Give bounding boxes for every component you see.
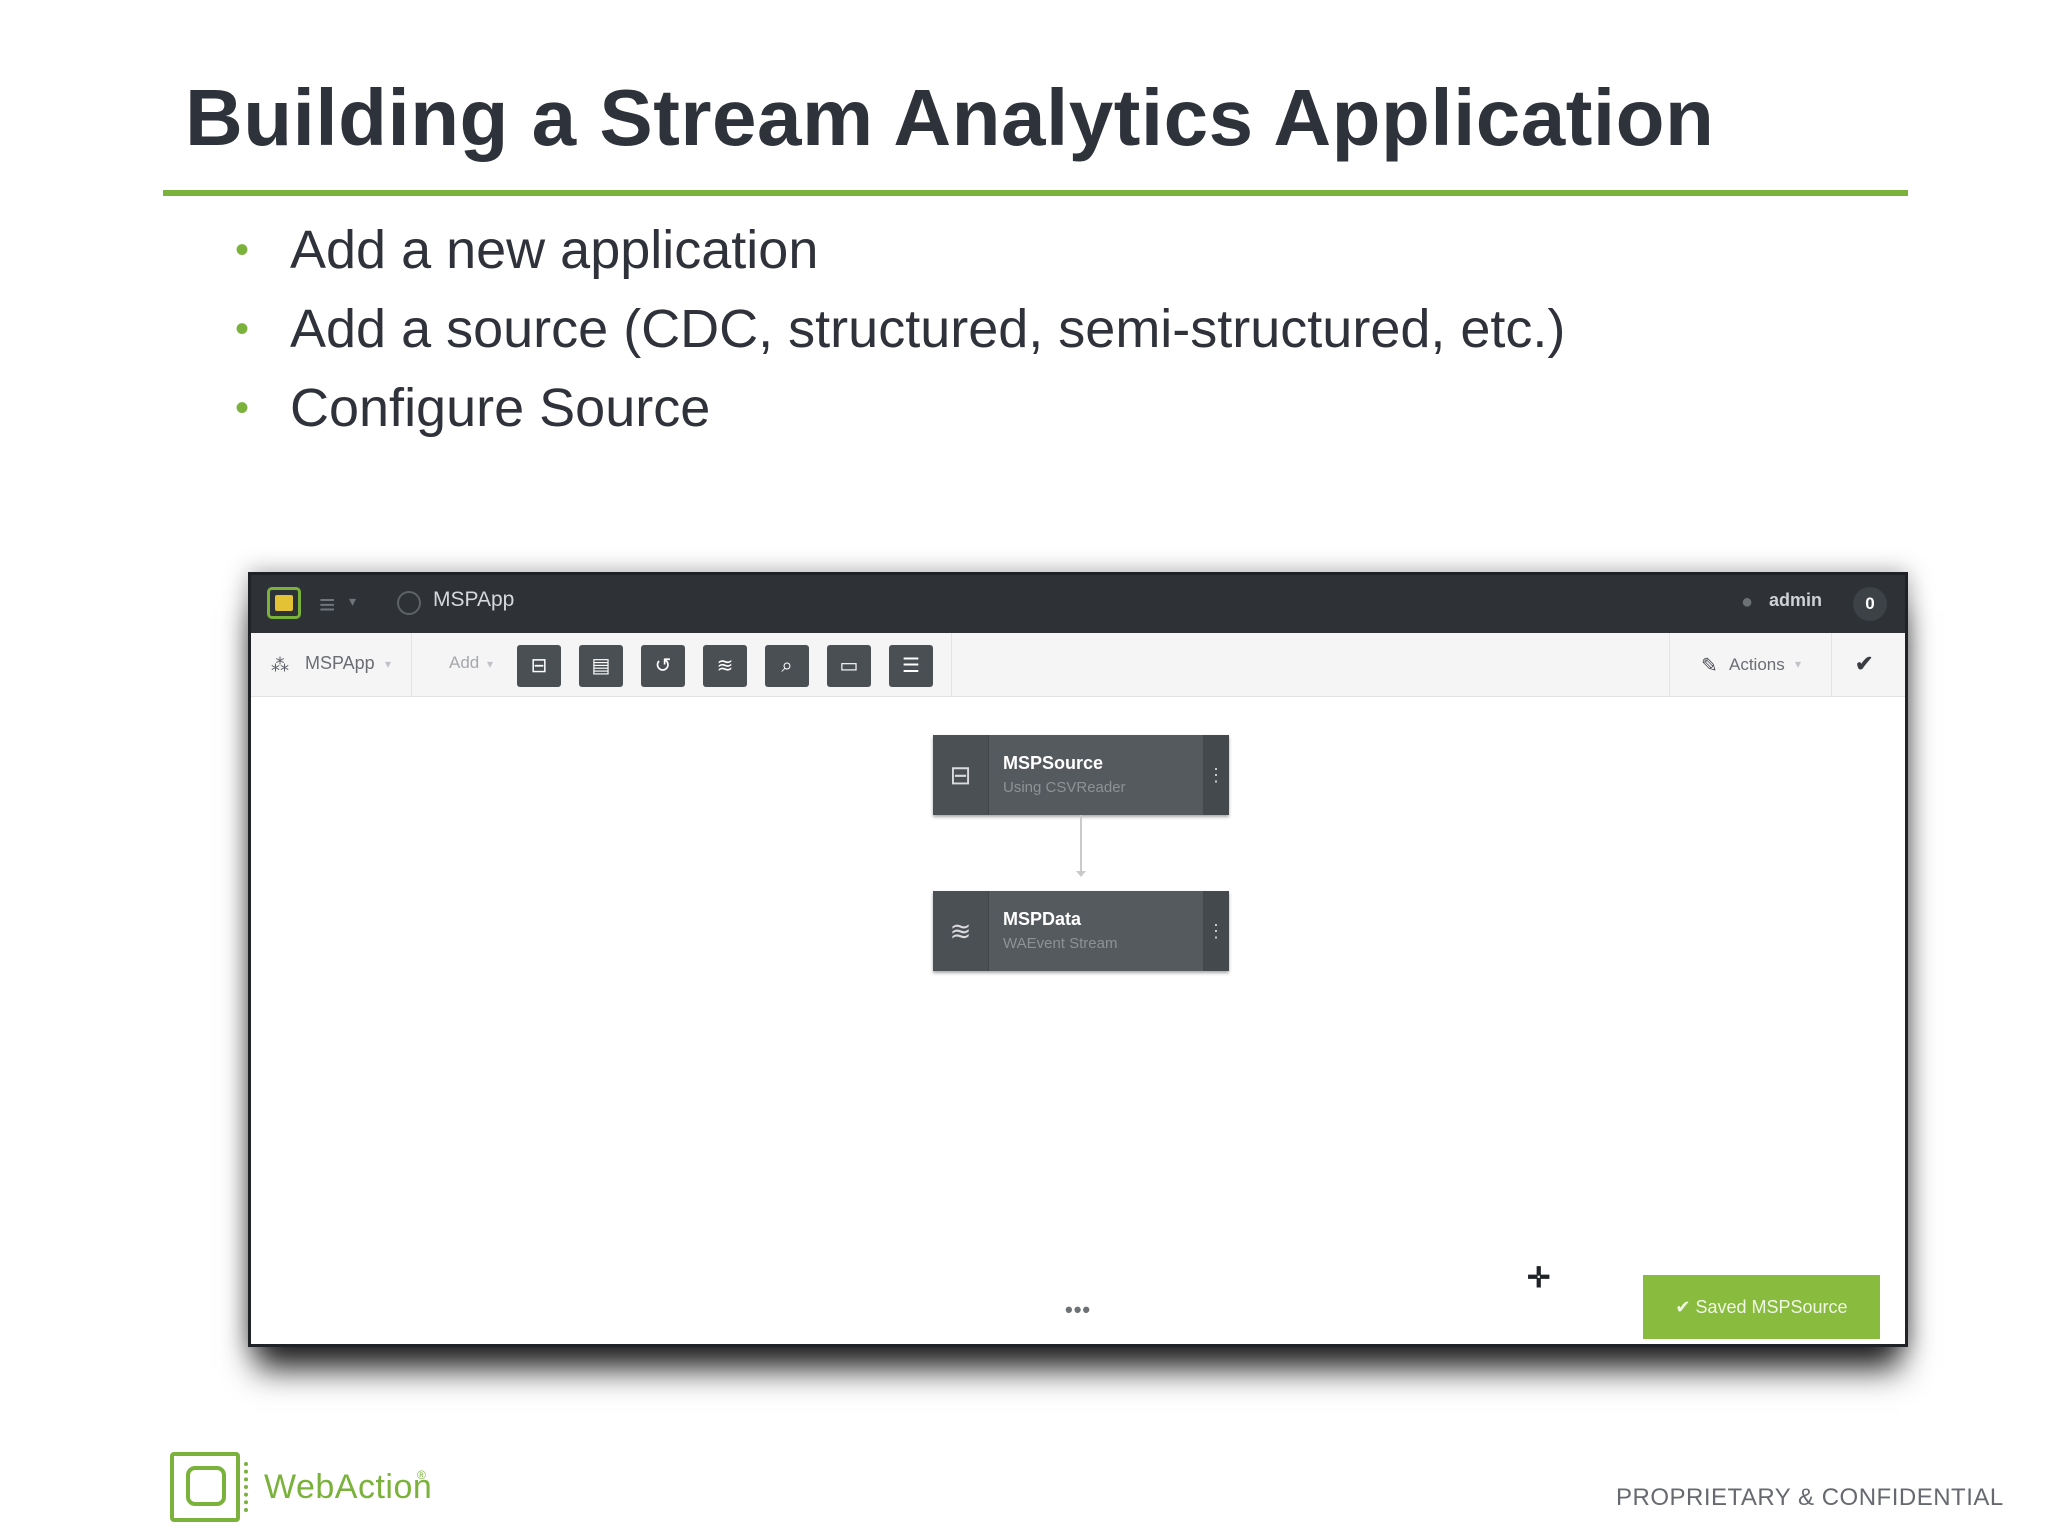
bullet-text: Add a source (CDC, structured, semi-stru… [290,299,1566,359]
node-subtitle: WAEvent Stream [1003,935,1118,952]
notification-badge[interactable]: 0 [1853,587,1887,621]
cache-icon[interactable]: ▤ [579,645,623,687]
query-icon[interactable]: ↺ [641,645,685,687]
wrench-icon[interactable]: ✎ [1701,653,1718,678]
bullet-item: • Configure Source [235,373,1565,452]
node-menu-icon[interactable]: ⋮ [1203,735,1229,815]
chevron-down-icon[interactable]: ▾ [1795,657,1801,671]
bullet-item: • Add a new application [235,215,1565,294]
bullet-dot-icon: • [235,228,250,272]
app-logo-icon[interactable] [267,587,301,619]
more-options-icon[interactable]: ••• [1065,1297,1091,1323]
database-icon[interactable]: ☰ [889,645,933,687]
bullet-dot-icon: • [235,307,250,351]
user-icon: ● [1741,591,1754,613]
source-icon: ⊟ [933,735,989,815]
flow-connector [1080,815,1082,875]
title-divider [163,190,1908,196]
bullet-dot-icon: • [235,386,250,430]
search-icon[interactable]: ⌕ [765,645,809,687]
node-menu-icon[interactable]: ⋮ [1203,891,1229,971]
chevron-down-icon[interactable]: ▾ [349,593,356,610]
toolbar-divider [951,633,952,697]
app-title[interactable]: MSPApp [433,588,514,612]
connector-arrow-icon [1076,871,1086,877]
menu-icon[interactable]: ≡ [319,589,335,621]
saved-toast: ✔ Saved MSPSource [1643,1275,1880,1339]
app-topbar: ≡ ▾ MSPApp ● admin 0 [251,575,1905,633]
app-toolbar: ⁂ MSPApp ▾ Add ▾ ⊟ ▤ ↺ ≋ ⌕ ▭ ☰ ✎ Actions… [251,633,1905,697]
slide-title: Building a Stream Analytics Application [185,73,1715,162]
chevron-down-icon[interactable]: ▾ [487,657,493,671]
stream-icon[interactable]: ≋ [703,645,747,687]
add-dropdown[interactable]: Add [449,653,479,673]
deploy-check-button[interactable]: ✔ [1855,651,1873,677]
webaction-logo-icon [170,1452,252,1524]
stream-icon: ≋ [933,891,989,971]
flow-canvas[interactable]: ⊟ MSPSource Using CSVReader ⋮ ≋ MSPData … [251,697,1905,1344]
bullet-text: Configure Source [290,378,711,438]
actions-dropdown[interactable]: Actions [1729,655,1785,675]
node-title: MSPData [1003,909,1082,929]
node-title: MSPSource [1003,753,1104,773]
app-screenshot-window: ≡ ▾ MSPApp ● admin 0 ⁂ MSPApp ▾ Add ▾ ⊟ … [248,572,1908,1347]
dashboard-icon[interactable] [397,591,421,615]
confidential-note: PROPRIETARY & CONFIDENTIAL [1616,1484,2004,1511]
toolbar-divider [1669,633,1670,697]
registered-mark: ® [417,1468,426,1482]
user-menu[interactable]: admin [1769,590,1822,611]
chevron-down-icon[interactable]: ▾ [385,657,391,671]
app-dropdown[interactable]: MSPApp [305,653,375,674]
move-cursor-icon: ✛ [1527,1262,1551,1293]
source-icon[interactable]: ⊟ [517,645,561,687]
app-tree-icon: ⁂ [271,655,289,675]
toolbar-divider [1831,633,1832,697]
bullet-item: • Add a source (CDC, structured, semi-str… [235,294,1565,373]
comment-icon[interactable]: ▭ [827,645,871,687]
toolbar-divider [411,633,412,697]
brand-name: WebAction [264,1468,433,1506]
flow-node-stream[interactable]: ≋ MSPData WAEvent Stream ⋮ [933,891,1229,971]
flow-node-source[interactable]: ⊟ MSPSource Using CSVReader ⋮ [933,735,1229,815]
node-subtitle: Using CSVReader [1003,779,1126,796]
bullet-list: • Add a new application • Add a source (CD… [235,215,1565,452]
bullet-text: Add a new application [290,220,819,280]
